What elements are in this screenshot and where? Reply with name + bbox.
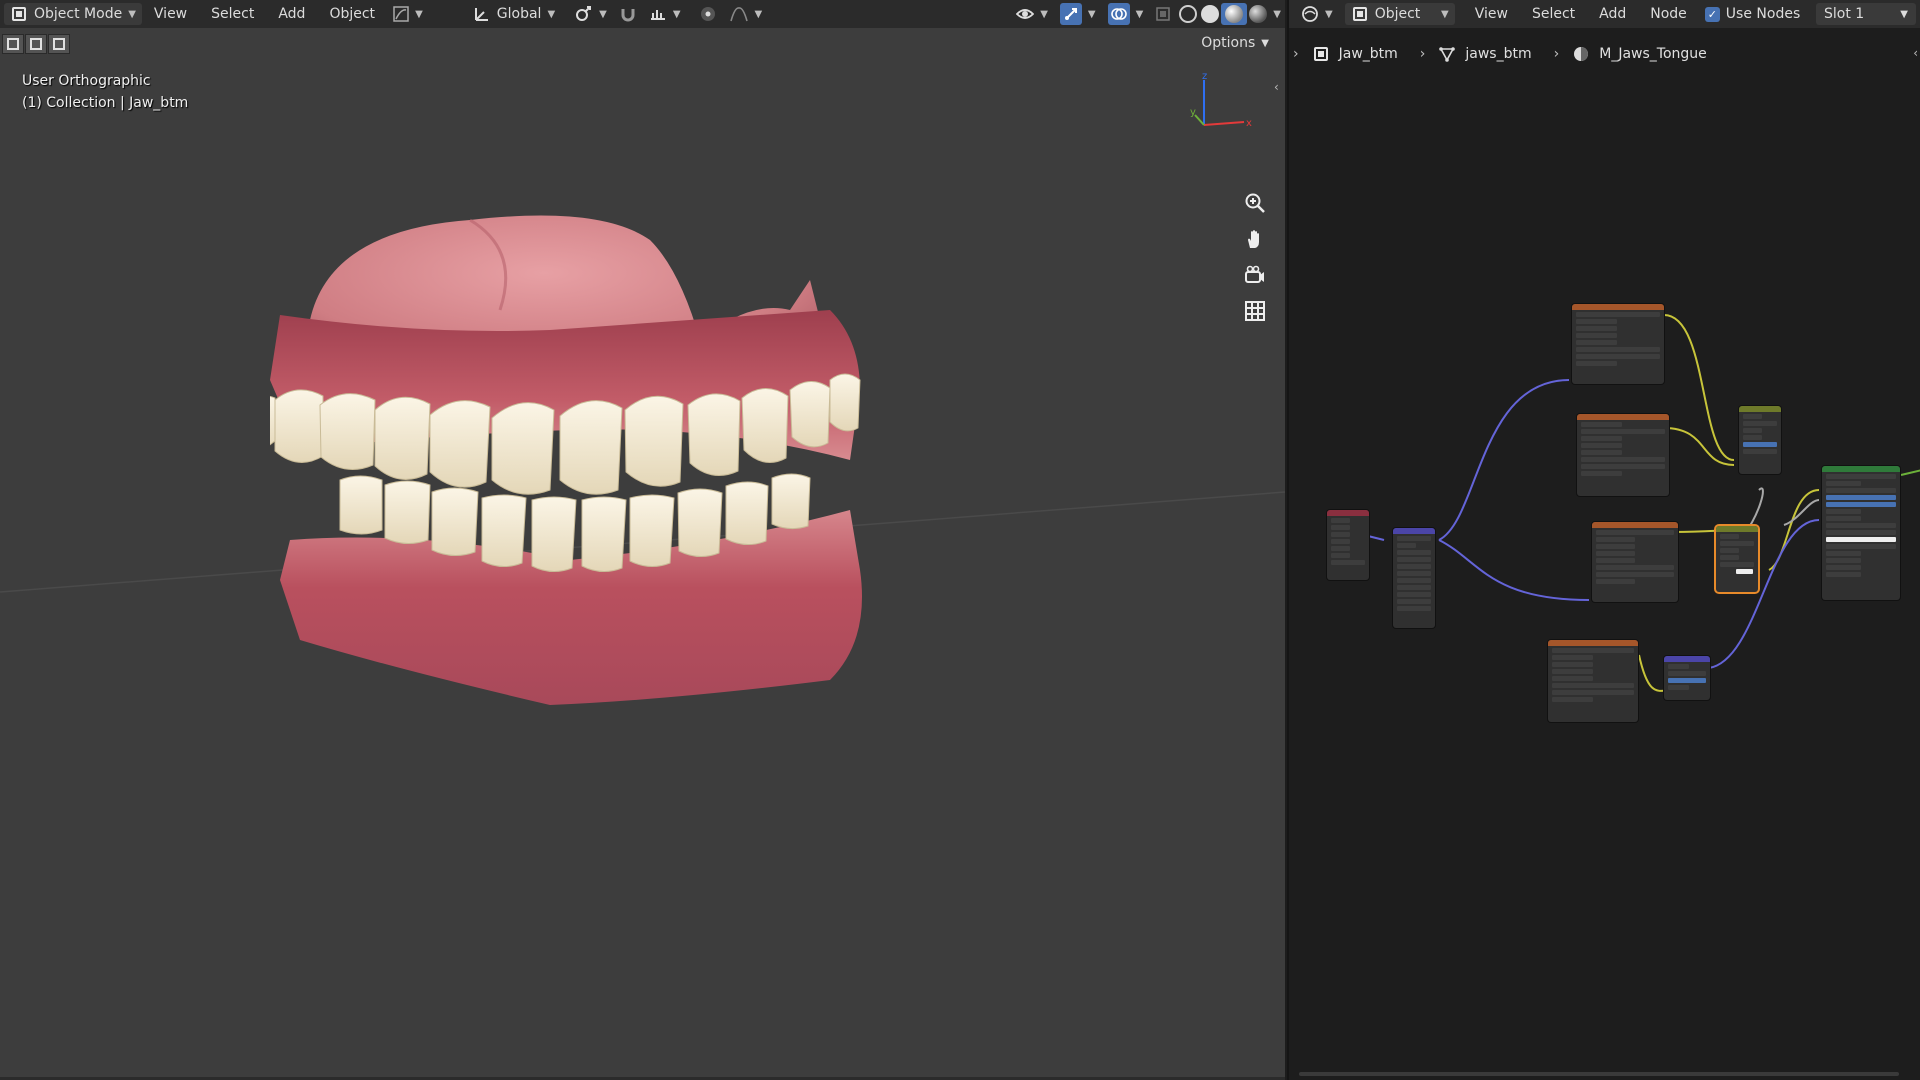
node-image-texture-roughness[interactable]: [1592, 522, 1678, 602]
node-image-texture-normal[interactable]: [1548, 640, 1638, 722]
node-mix-color-multiply[interactable]: [1739, 406, 1781, 474]
jaws-teeth-model[interactable]: [270, 210, 1060, 870]
3d-viewport[interactable]: Object Mode ▼ View Select Add Object ▼ G…: [0, 0, 1285, 1080]
node-texture-coordinate[interactable]: [1327, 510, 1369, 580]
node-mapping[interactable]: [1393, 528, 1435, 628]
node-image-texture-base-color[interactable]: [1572, 304, 1664, 384]
node-mix-color-selected[interactable]: [1716, 526, 1758, 592]
node-normal-map[interactable]: [1664, 656, 1710, 700]
node-principled-bsdf[interactable]: [1822, 466, 1900, 600]
shader-node-editor[interactable]: ▼ Object ▼ View Select Add Node ✓ Use No…: [1287, 0, 1920, 1080]
horizontal-scrollbar[interactable]: [1299, 1072, 1899, 1076]
blender-window: Object Mode ▼ View Select Add Object ▼ G…: [0, 0, 1920, 1080]
node-image-texture-tongue[interactable]: [1577, 414, 1669, 496]
